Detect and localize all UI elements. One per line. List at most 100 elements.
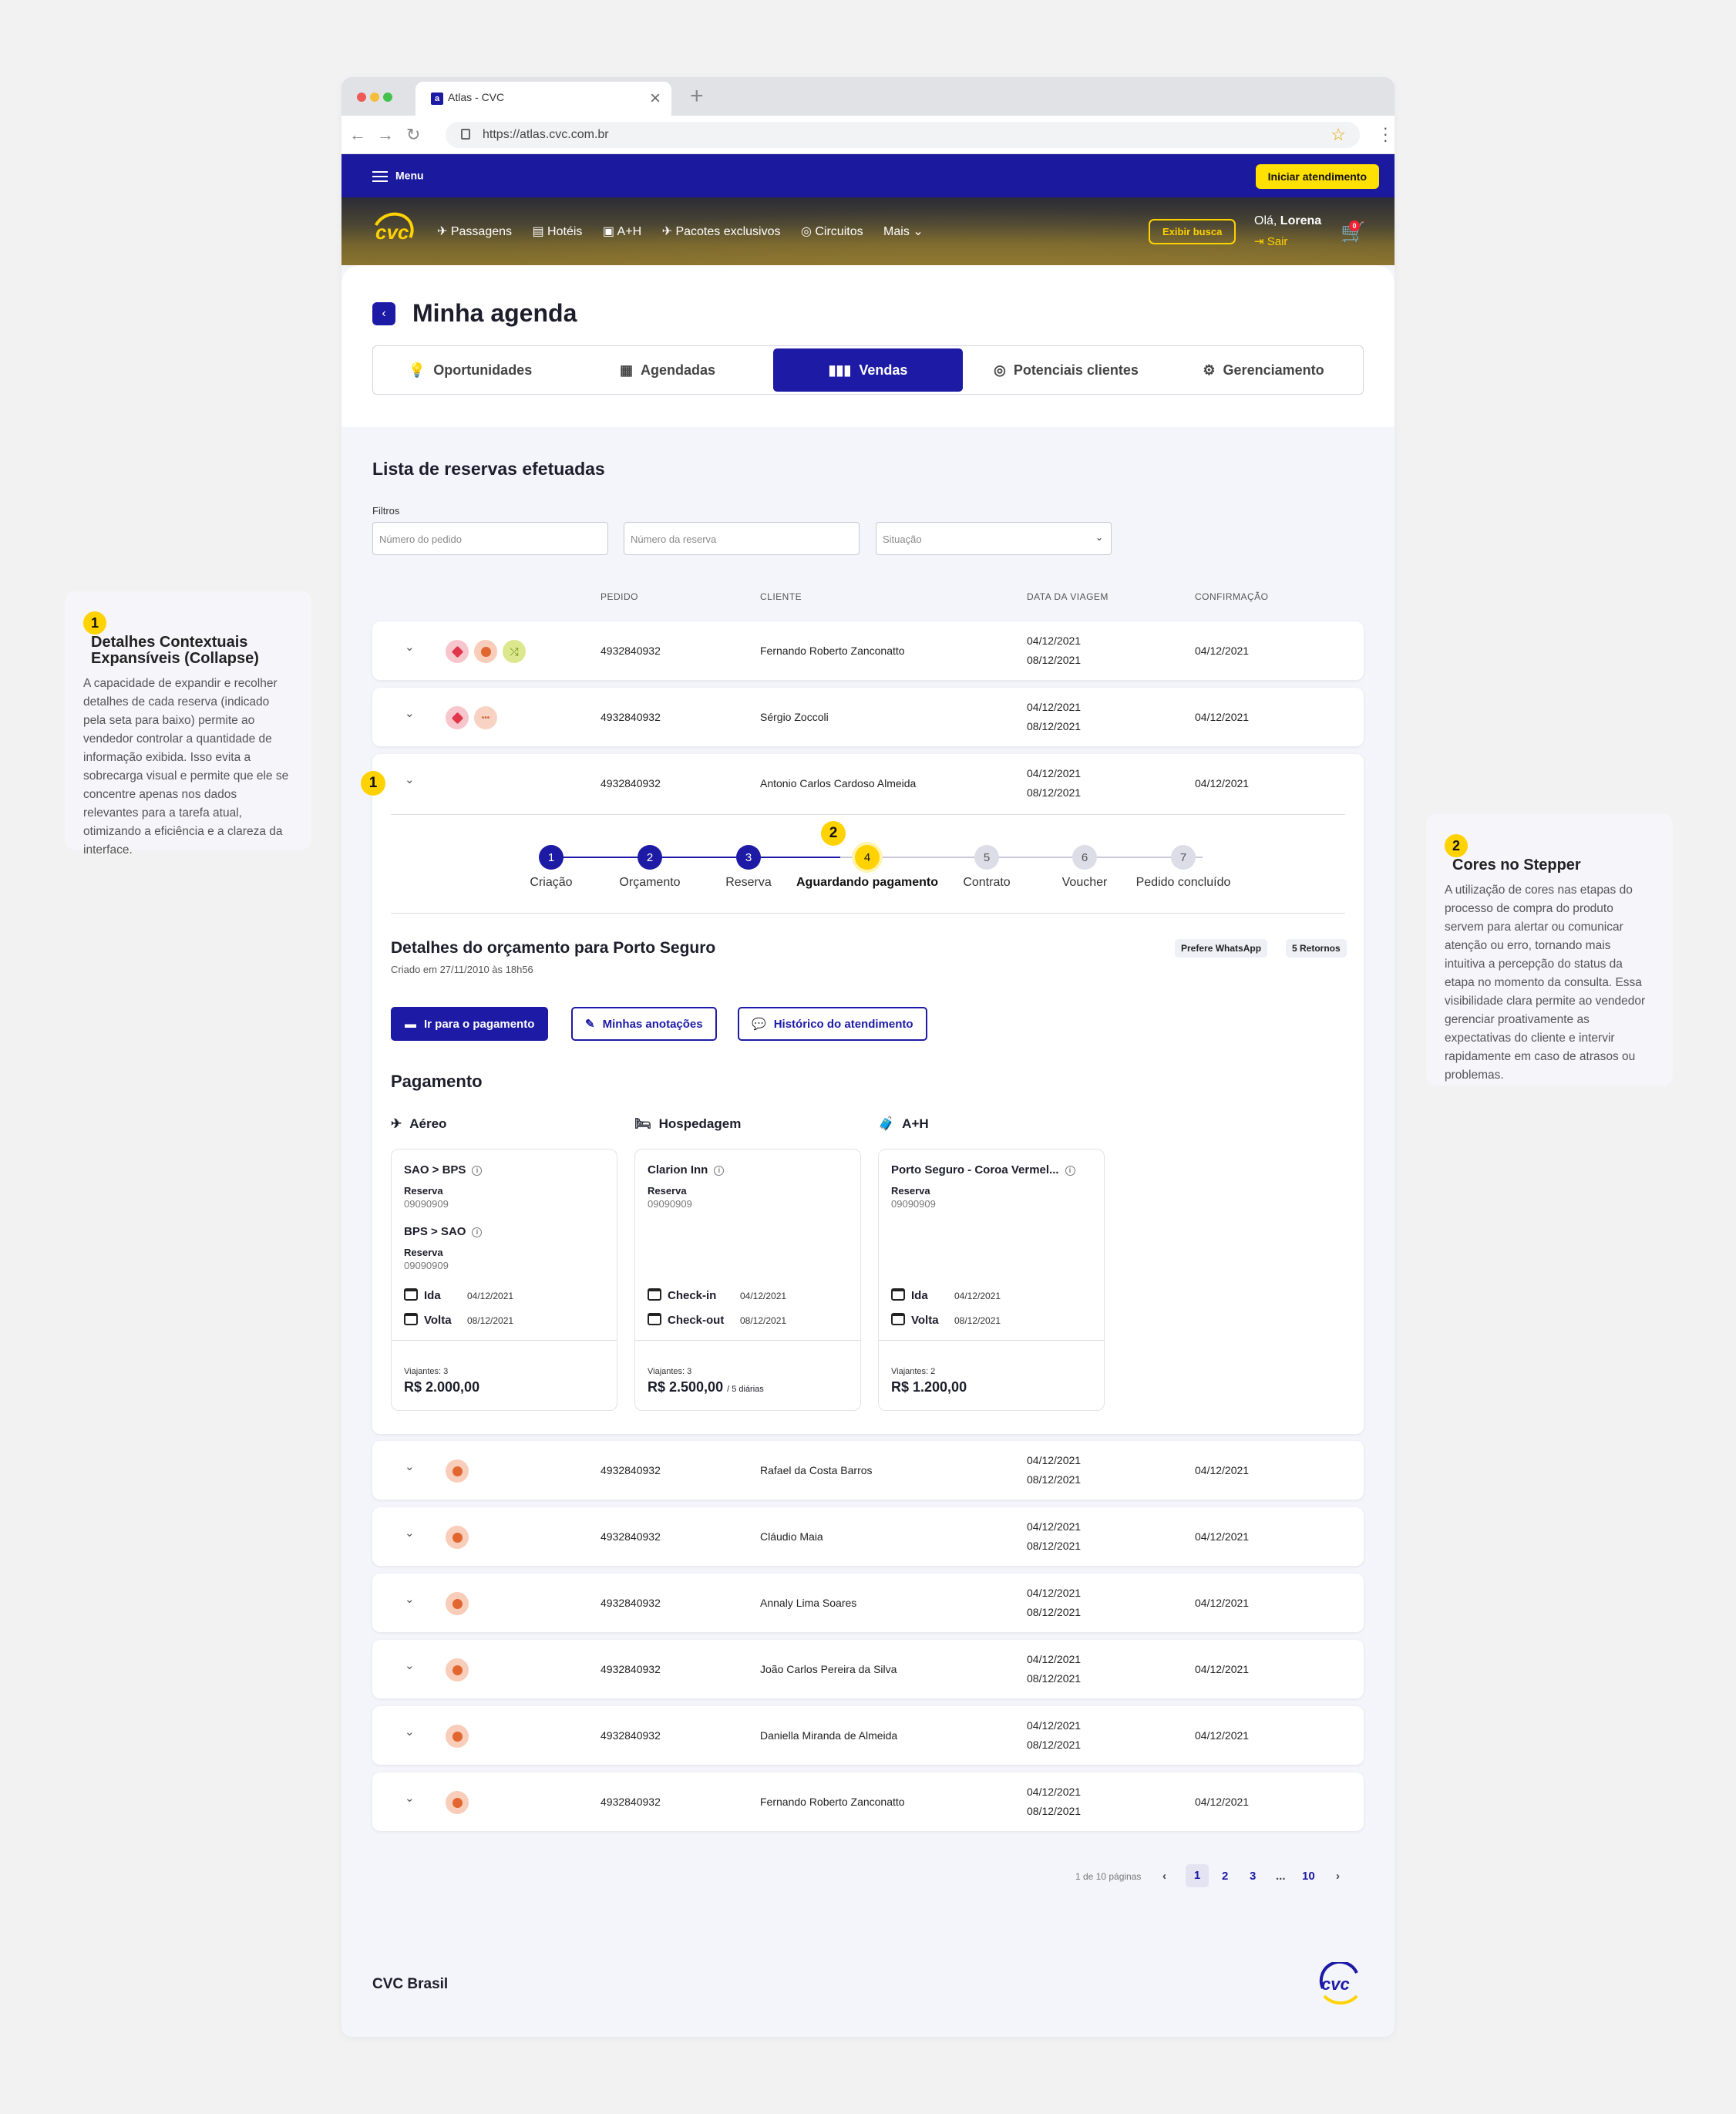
pedido-filter-input[interactable]: Número do pedido	[372, 522, 608, 555]
iniciar-atendimento-button[interactable]: Iniciar atendimento	[1255, 164, 1379, 189]
page-2[interactable]: 2	[1222, 1870, 1228, 1883]
bookmark-star-icon[interactable]: ☆	[1331, 125, 1346, 145]
step-6: 6	[1072, 845, 1097, 870]
ida-date: 04/12/2021	[467, 1291, 514, 1301]
table-row[interactable]: ⌄ 4932840932 Cláudio Maia 04/12/2021 08/12/2…	[372, 1507, 1364, 1566]
nav-link-hoteis[interactable]: ▤ Hotéis	[532, 225, 582, 238]
browser-tab[interactable]: a Atlas - CVC ×	[415, 82, 671, 116]
expand-chevron-icon[interactable]: ⌄	[405, 1526, 415, 1540]
col-pedido: PEDIDO	[601, 591, 639, 602]
pedido-cell: 4932840932	[601, 711, 661, 723]
back-button[interactable]: ‹	[372, 302, 395, 325]
hotel-title: Clarion Inn i	[648, 1163, 725, 1177]
nav-link-passagens[interactable]: ✈ Passagens	[437, 225, 512, 238]
cliente-cell: Fernando Roberto Zanconatto	[760, 645, 905, 657]
browser-menu-icon[interactable]: · · ·	[1383, 120, 1388, 149]
warning-status-icon	[446, 1459, 469, 1483]
forward-arrow-icon[interactable]: →	[377, 125, 394, 145]
volta-cell: 08/12/2021	[1027, 1805, 1082, 1817]
tab-agendadas[interactable]: ▦ Agendadas	[573, 348, 762, 392]
greeting: Olá, Lorena	[1254, 214, 1322, 227]
price: R$ 2.500,00 / 5 diárias	[648, 1379, 764, 1395]
whatsapp-chip: Prefere WhatsApp	[1175, 939, 1268, 958]
menu-button[interactable]: Menu	[372, 168, 424, 185]
step-4: 4	[855, 845, 880, 870]
info-icon[interactable]: i	[472, 1227, 483, 1237]
expand-chevron-icon[interactable]: ⌄	[405, 1791, 415, 1805]
viajantes: Viajantes: 2	[891, 1367, 936, 1376]
ir-para-pagamento-button[interactable]: ▬ Ir para o pagamento	[391, 1007, 549, 1041]
info-icon[interactable]: i	[472, 1166, 483, 1176]
confirmacao-cell: 04/12/2021	[1195, 711, 1250, 723]
bed-icon: 🛏	[634, 1116, 651, 1131]
info-icon[interactable]: i	[714, 1166, 725, 1176]
situacao-placeholder: Situação	[883, 534, 922, 545]
expand-chevron-icon[interactable]: ⌄	[405, 1725, 415, 1739]
nav-link-mais[interactable]: Mais ⌄	[883, 225, 924, 238]
nav-link-circuitos[interactable]: ◎ Circuitos	[801, 225, 863, 238]
page-10[interactable]: 10	[1302, 1870, 1315, 1883]
pedido-cell: 4932840932	[601, 1464, 661, 1476]
url-field[interactable]: https://atlas.cvc.com.br ☆	[446, 122, 1360, 148]
ida-cell: 04/12/2021	[1027, 1454, 1082, 1466]
nav-link-pacotes[interactable]: ✈ Pacotes exclusivos	[662, 225, 781, 238]
expand-chevron-icon[interactable]: ⌄	[405, 1459, 415, 1473]
logout-link[interactable]: ⇥ Sair	[1254, 234, 1287, 248]
minimize-window-dot[interactable]	[370, 93, 379, 102]
expanded-row: ⌄ 4932840932 Antonio Carlos Cardoso Alme…	[372, 754, 1364, 1434]
close-window-dot[interactable]	[357, 93, 366, 102]
historico-atendimento-button[interactable]: 💬 Histórico do atendimento	[738, 1007, 927, 1041]
diarias: / 5 diárias	[727, 1385, 764, 1394]
step-2: 2	[638, 845, 662, 870]
col-data: DATA DA VIAGEM	[1027, 591, 1109, 602]
warning-status-icon	[446, 1592, 469, 1615]
table-row[interactable]: ⌄ 4932840932 João Carlos Pereira da Silva 0…	[372, 1640, 1364, 1698]
next-page-icon[interactable]: ›	[1336, 1870, 1340, 1883]
maximize-window-dot[interactable]	[383, 93, 392, 102]
info-icon[interactable]: i	[1065, 1166, 1075, 1176]
tab-vendas[interactable]: ▮▮▮ Vendas	[773, 348, 963, 392]
pedido-cell: 4932840932	[601, 777, 661, 789]
nav-link-ah[interactable]: ▣ A+H	[603, 225, 641, 238]
calendar-icon	[891, 1288, 905, 1301]
reload-icon[interactable]: ↻	[406, 125, 420, 145]
close-tab-icon[interactable]: ×	[650, 88, 661, 109]
expand-chevron-icon[interactable]: ⌄	[405, 706, 415, 720]
expand-chevron-icon[interactable]: ⌄	[405, 640, 415, 654]
reserva-value: 09090909	[404, 1260, 449, 1271]
back-arrow-icon[interactable]: ←	[349, 125, 366, 145]
target-icon: ◎	[994, 362, 1006, 378]
ida-label: Ida	[404, 1288, 441, 1302]
table-row[interactable]: ⌄ ⤮ 4932840932 Fernando Roberto Zanconat…	[372, 621, 1364, 680]
volta-date: 08/12/2021	[467, 1315, 514, 1326]
table-row[interactable]: ⌄ 4932840932 Rafael da Costa Barros 04/12/2…	[372, 1441, 1364, 1500]
ida-cell: 04/12/2021	[1027, 1653, 1082, 1665]
exibir-busca-button[interactable]: Exibir busca	[1149, 219, 1236, 244]
category-ah: 🧳 A+H	[878, 1116, 929, 1131]
table-row[interactable]: ⌄ 4932840932 Annaly Lima Soares 04/12/2021 0…	[372, 1574, 1364, 1632]
annotation-number: 1	[83, 611, 106, 635]
expand-chevron-icon[interactable]: ⌄	[405, 1592, 415, 1606]
reserva-filter-input[interactable]: Número da reserva	[624, 522, 860, 555]
collapse-chevron-icon[interactable]: ⌄	[405, 773, 415, 786]
hero-nav: cvc ✈ Passagens ▤ Hotéis ▣ A+H ✈ Pacotes…	[341, 197, 1395, 265]
page-3[interactable]: 3	[1250, 1870, 1256, 1883]
tab-oportunidades[interactable]: 💡 Oportunidades	[375, 348, 565, 392]
cvc-logo[interactable]: cvc	[367, 207, 419, 256]
page-1[interactable]: 1	[1186, 1864, 1209, 1887]
cliente-cell: Sérgio Zoccoli	[760, 711, 829, 723]
expand-chevron-icon[interactable]: ⌄	[405, 1658, 415, 1672]
situacao-select[interactable]: Situação ⌄	[876, 522, 1112, 555]
page-title: Minha agenda	[412, 299, 577, 327]
minhas-anotacoes-button[interactable]: ✎ Minhas anotações	[571, 1007, 717, 1041]
table-row[interactable]: ⌄ 4932840932 Daniella Miranda de Almeida 04…	[372, 1706, 1364, 1765]
tab-gerenciamento[interactable]: ⚙ Gerenciamento	[1169, 348, 1358, 392]
route-title: BPS > SAO i	[404, 1225, 483, 1238]
new-tab-icon[interactable]: +	[690, 83, 704, 109]
tab-potenciais-clientes[interactable]: ◎ Potenciais clientes	[971, 348, 1161, 392]
confirmacao-cell: 04/12/2021	[1195, 1729, 1250, 1742]
plane-icon: ✈	[391, 1116, 402, 1131]
table-row[interactable]: ⌄ 4932840932 Fernando Roberto Zanconatto 04…	[372, 1772, 1364, 1831]
prev-page-icon[interactable]: ‹	[1162, 1870, 1166, 1883]
table-row[interactable]: ⌄ ••• 4932840932 Sérgio Zoccoli 04/12/20…	[372, 688, 1364, 746]
